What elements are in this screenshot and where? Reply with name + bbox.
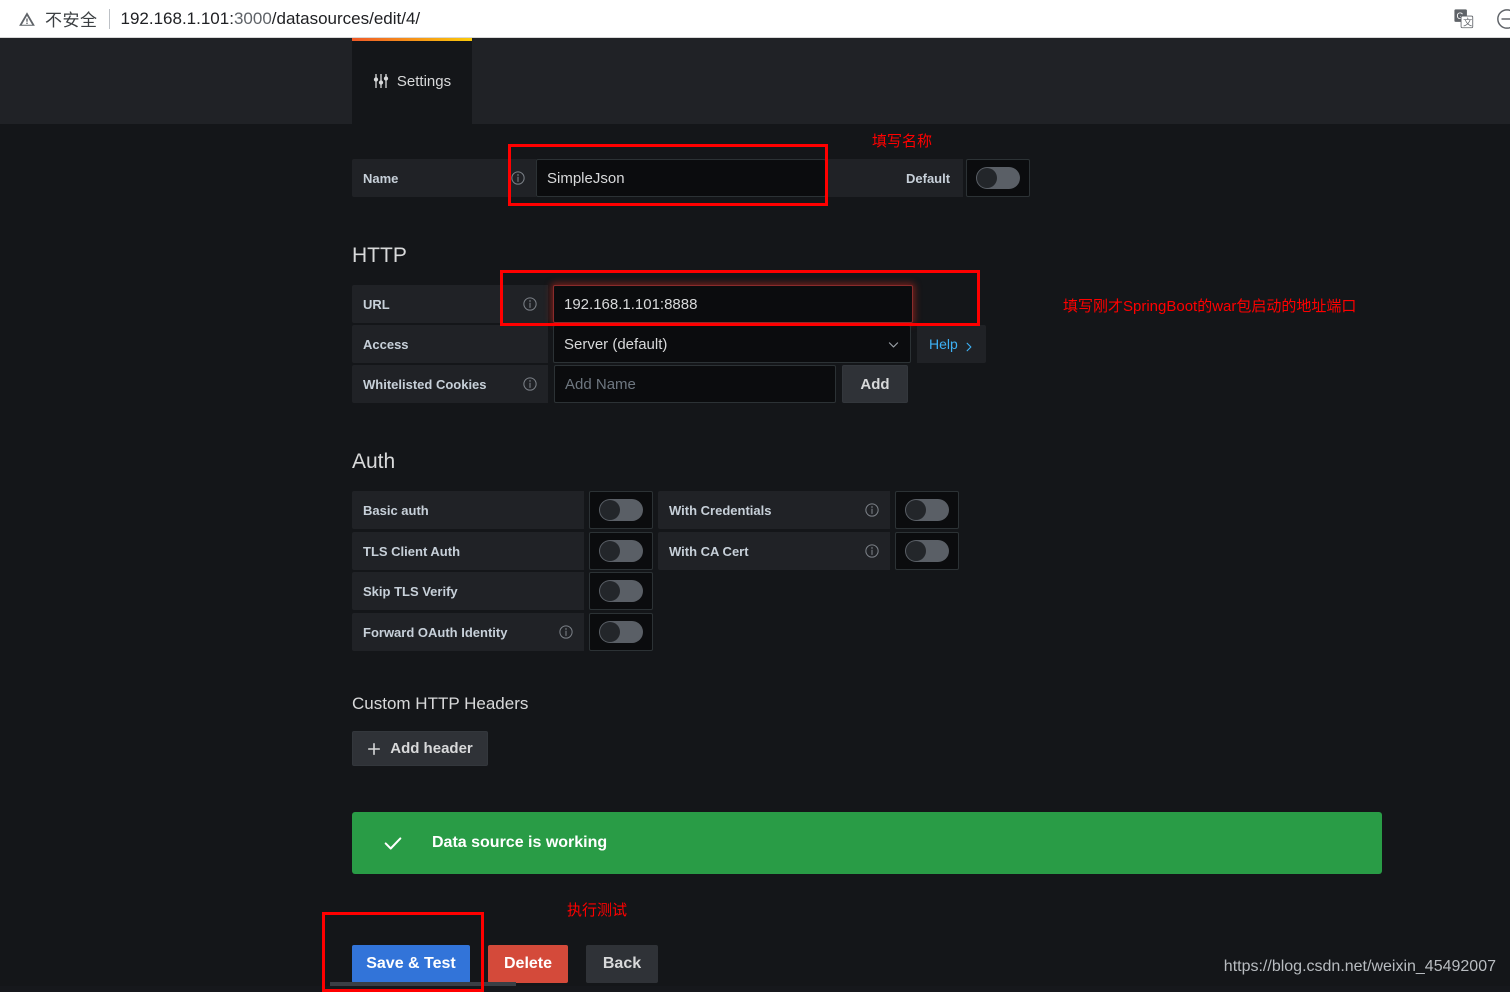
with-ca-cert-label-cell: With CA Cert bbox=[658, 532, 890, 570]
chevron-down-icon bbox=[887, 338, 900, 351]
skip-tls-verify-toggle[interactable] bbox=[589, 572, 653, 610]
skip-tls-verify-toggle-switch bbox=[599, 580, 643, 602]
access-help-label: Help bbox=[929, 336, 958, 352]
access-help-link[interactable]: Help bbox=[917, 325, 986, 363]
address-url[interactable]: 192.168.1.101:3000/datasources/edit/4/ bbox=[121, 9, 421, 29]
forward-oauth-label: Forward OAuth Identity bbox=[363, 624, 508, 640]
browser-address-bar: 不安全 192.168.1.101:3000/datasources/edit/… bbox=[0, 0, 1510, 38]
url-input[interactable]: 192.168.1.101:8888 bbox=[553, 285, 913, 323]
sliders-icon bbox=[373, 73, 389, 89]
http-section-title: HTTP bbox=[352, 244, 407, 267]
forward-oauth-toggle-switch bbox=[599, 621, 643, 643]
cookies-add-label: Add bbox=[860, 375, 890, 393]
info-circle-icon[interactable] bbox=[523, 377, 537, 391]
with-credentials-label-cell: With Credentials bbox=[658, 491, 890, 529]
cookies-row: Whitelisted Cookies Add Name Add bbox=[352, 365, 908, 403]
basic-auth-label-cell: Basic auth bbox=[352, 491, 584, 529]
url-input-value: 192.168.1.101:8888 bbox=[564, 295, 698, 313]
basic-auth-label: Basic auth bbox=[363, 502, 429, 518]
with-ca-cert-label: With CA Cert bbox=[669, 543, 749, 559]
google-translate-icon[interactable]: G 文 bbox=[1454, 9, 1474, 29]
default-label-text: Default bbox=[906, 170, 951, 186]
info-circle-icon[interactable] bbox=[523, 297, 537, 311]
name-row-spacer bbox=[826, 159, 893, 197]
tab-bar: Settings bbox=[0, 38, 1510, 124]
annotation-text-name: 填写名称 bbox=[872, 133, 933, 150]
basic-auth-toggle-switch bbox=[599, 499, 643, 521]
with-credentials-toggle[interactable] bbox=[895, 491, 959, 529]
datasource-settings-page: Name SimpleJson Default HTTP URL 192.168… bbox=[0, 124, 1510, 986]
name-label-cell: Name bbox=[352, 159, 536, 197]
horizontal-scrollbar[interactable] bbox=[330, 982, 516, 986]
name-input[interactable]: SimpleJson bbox=[536, 159, 826, 197]
tab-settings-label: Settings bbox=[396, 72, 452, 90]
watermark-url: https://blog.csdn.net/weixin_45492007 bbox=[1223, 958, 1496, 975]
default-label: Default bbox=[893, 159, 964, 197]
status-alert-text: Data source is working bbox=[432, 834, 608, 851]
tls-client-auth-toggle-switch bbox=[599, 540, 643, 562]
add-header-button[interactable]: Add header bbox=[352, 731, 488, 766]
profile-circle-icon[interactable] bbox=[1496, 8, 1510, 30]
auth-row-basic: Basic auth With Credentials bbox=[352, 491, 959, 529]
default-toggle-switch bbox=[976, 167, 1021, 189]
auth-row-skip-tls: Skip TLS Verify bbox=[352, 572, 653, 610]
address-host: 192.168.1.101: bbox=[120, 8, 234, 28]
annotation-text-url: 填写刚才SpringBoot的war包启动的地址端口 bbox=[1063, 298, 1357, 315]
access-label: Access bbox=[363, 336, 409, 352]
browser-toolbar-right: G 文 bbox=[1454, 0, 1510, 38]
with-credentials-label: With Credentials bbox=[669, 502, 772, 518]
info-circle-icon[interactable] bbox=[559, 625, 573, 639]
warning-triangle-icon bbox=[18, 10, 36, 28]
status-alert-success: Data source is working bbox=[352, 812, 1382, 874]
custom-headers-title: Custom HTTP Headers bbox=[352, 694, 529, 713]
cookies-input[interactable]: Add Name bbox=[554, 365, 836, 403]
access-select-value: Server (default) bbox=[564, 335, 668, 353]
name-label: Name bbox=[363, 170, 399, 186]
tls-client-auth-toggle[interactable] bbox=[589, 532, 653, 570]
url-label-cell: URL bbox=[352, 285, 548, 323]
address-port: 3000 bbox=[233, 8, 272, 28]
access-label-cell: Access bbox=[352, 325, 548, 363]
plus-icon bbox=[367, 742, 381, 756]
cookies-add-button[interactable]: Add bbox=[842, 365, 908, 403]
name-row: Name SimpleJson Default bbox=[352, 159, 1031, 197]
back-button[interactable]: Back bbox=[586, 945, 658, 983]
default-toggle[interactable] bbox=[966, 159, 1031, 197]
address-divider bbox=[108, 8, 110, 29]
with-ca-cert-toggle-switch bbox=[905, 540, 949, 562]
with-credentials-toggle-switch bbox=[905, 499, 949, 521]
insecure-label: 不安全 bbox=[45, 11, 98, 30]
address-path: /datasources/edit/4/ bbox=[271, 8, 421, 28]
check-icon bbox=[382, 832, 404, 854]
auth-section-title: Auth bbox=[352, 450, 396, 473]
chevron-right-icon bbox=[964, 339, 974, 352]
info-circle-icon[interactable] bbox=[865, 544, 879, 558]
forward-oauth-toggle[interactable] bbox=[589, 613, 653, 651]
auth-row-oauth: Forward OAuth Identity bbox=[352, 613, 653, 651]
name-input-value: SimpleJson bbox=[547, 169, 625, 187]
with-ca-cert-toggle[interactable] bbox=[895, 532, 959, 570]
save-and-test-button[interactable]: Save & Test bbox=[352, 945, 470, 983]
skip-tls-verify-label: Skip TLS Verify bbox=[363, 583, 458, 599]
info-circle-icon[interactable] bbox=[865, 503, 879, 517]
cookies-label-cell: Whitelisted Cookies bbox=[352, 365, 548, 403]
auth-row-tls: TLS Client Auth With CA Cert bbox=[352, 532, 959, 570]
tls-client-auth-label: TLS Client Auth bbox=[363, 543, 461, 559]
forward-oauth-label-cell: Forward OAuth Identity bbox=[352, 613, 584, 651]
access-row: Access Server (default) Help bbox=[352, 325, 986, 363]
tab-settings[interactable]: Settings bbox=[352, 38, 472, 124]
add-header-label: Add header bbox=[390, 740, 473, 757]
basic-auth-toggle[interactable] bbox=[589, 491, 653, 529]
url-label: URL bbox=[363, 296, 390, 312]
svg-text:文: 文 bbox=[1463, 17, 1472, 28]
access-select[interactable]: Server (default) bbox=[553, 325, 911, 363]
tls-client-auth-label-cell: TLS Client Auth bbox=[352, 532, 584, 570]
delete-button[interactable]: Delete bbox=[488, 945, 568, 983]
cookies-label: Whitelisted Cookies bbox=[363, 376, 487, 392]
cookies-input-placeholder: Add Name bbox=[565, 375, 636, 393]
skip-tls-verify-label-cell: Skip TLS Verify bbox=[352, 572, 584, 610]
url-row: URL 192.168.1.101:8888 bbox=[352, 285, 913, 323]
info-circle-icon[interactable] bbox=[511, 171, 525, 185]
annotation-text-test: 执行测试 bbox=[567, 902, 628, 919]
